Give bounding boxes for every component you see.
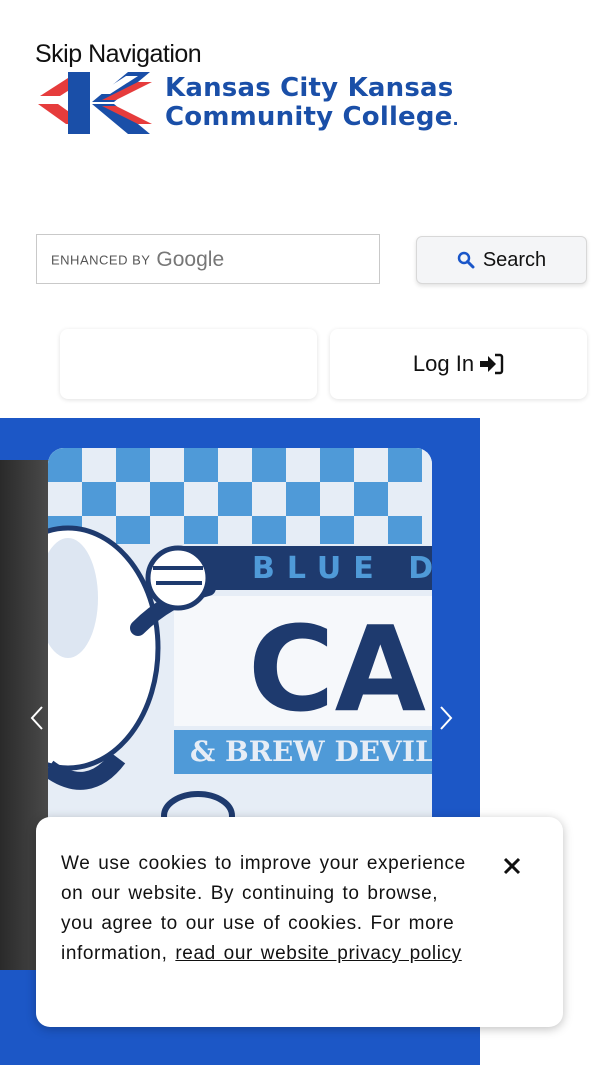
nav-card-empty[interactable] <box>60 329 317 399</box>
logo-line-2: Community College <box>165 102 453 132</box>
logo-suffix: . <box>452 110 459 129</box>
login-arrow-icon <box>480 353 504 375</box>
logo-line-1: Kansas City Kansas <box>165 73 454 103</box>
kckcc-logo-mark-icon <box>38 72 152 134</box>
search-button-label: Search <box>482 248 547 271</box>
close-icon[interactable] <box>497 851 527 881</box>
privacy-policy-link[interactable]: read our website privacy policy <box>175 943 461 964</box>
search-button[interactable]: Search <box>416 236 587 284</box>
google-search-box[interactable]: ENHANCED BY Google <box>36 234 380 284</box>
slide-text-sub: & BREW DEVIL C <box>190 735 432 768</box>
login-label: Log In <box>412 351 475 376</box>
logo-wordmark: Kansas City Kansas Community College. <box>165 74 459 134</box>
search-icon <box>457 251 475 269</box>
carousel-prev-arrow-icon[interactable] <box>22 698 52 738</box>
cookie-banner: We use cookies to improve your experienc… <box>36 817 563 1027</box>
kckcc-logo[interactable]: Kansas City Kansas Community College. <box>38 68 459 138</box>
cookie-message: We use cookies to improve your experienc… <box>61 849 471 969</box>
skip-navigation-link[interactable]: Skip Navigation <box>35 40 202 69</box>
slide-text-top: BLUE D <box>252 551 432 586</box>
slide-text-main: CA <box>248 600 426 738</box>
search-input[interactable] <box>37 235 379 283</box>
login-button[interactable]: Log In <box>330 329 587 399</box>
carousel-next-arrow-icon[interactable] <box>431 698 461 738</box>
